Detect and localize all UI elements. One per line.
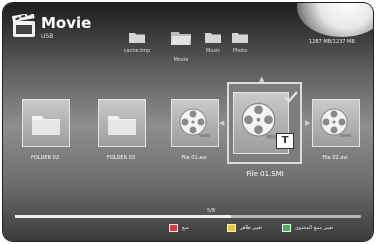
folder-open-icon	[171, 32, 191, 45]
disc-graphic	[297, 3, 373, 37]
tile-thumbnail	[171, 99, 219, 147]
tile-thumbnail	[22, 99, 70, 147]
tile-label-selected: File 01.SMI	[246, 170, 284, 178]
file-tile-folder03[interactable]: FOLDER 03	[98, 99, 148, 161]
film-reel-icon	[179, 108, 210, 137]
breadcrumb-item-music[interactable]: Music	[201, 31, 225, 54]
file-tile-file01-avi[interactable]: File 01.avi	[171, 99, 221, 161]
yellow-button-icon	[227, 224, 236, 232]
tile-label: FOLDER 03	[106, 155, 136, 161]
legend-label-change-source: تغيير منبع المحتوى	[295, 225, 334, 231]
checkmark-icon	[284, 91, 298, 103]
legend-label-block: منع	[182, 225, 189, 231]
breadcrumb-item-movie[interactable]: Movie	[163, 29, 199, 63]
source-label: USB	[41, 33, 54, 40]
tile-thumbnail	[98, 99, 146, 147]
scroll-progress-fill	[15, 215, 232, 218]
breadcrumb-item-cache[interactable]: cache.tmp	[120, 31, 154, 54]
breadcrumb-label: Music	[205, 48, 221, 54]
breadcrumb-label: cache.tmp	[123, 48, 151, 54]
breadcrumb-label: Movie	[173, 57, 189, 63]
movie-clapper-icon	[12, 14, 35, 37]
folder-icon	[108, 116, 136, 135]
breadcrumb-label: Photo	[232, 48, 248, 54]
tile-label: File 01.avi	[181, 155, 207, 161]
film-reel-icon	[320, 108, 351, 137]
legend-label-change-view: تغيير ظاهر	[240, 225, 263, 231]
scroll-left-icon[interactable]: ◀	[219, 119, 224, 127]
tile-label: File 02.avi	[322, 155, 348, 161]
film-reel-icon	[241, 102, 280, 139]
file-tile-file02-avi[interactable]: File 02.avi	[312, 99, 362, 161]
folder-icon	[32, 116, 60, 135]
tile-thumbnail	[312, 99, 360, 147]
folder-icon	[205, 33, 221, 43]
folder-icon	[129, 33, 145, 43]
file-tile-folder02[interactable]: FOLDER 02	[22, 99, 72, 161]
page-indicator: 5/8	[207, 208, 216, 214]
scroll-right-icon[interactable]: ▶	[305, 119, 310, 127]
breadcrumb-item-photo[interactable]: Photo	[228, 31, 252, 54]
movie-browser-screen: Movie USB 1287 MB/1237 MB cache.tmp Movi…	[3, 3, 373, 241]
page-title: Movie	[41, 14, 92, 32]
tile-label: FOLDER 02	[30, 155, 60, 161]
storage-indicator: 1287 MB/1237 MB	[309, 39, 355, 45]
folder-icon	[232, 33, 248, 43]
subtitle-badge: T	[276, 133, 294, 149]
green-button-icon	[282, 224, 291, 232]
red-button-icon	[169, 224, 178, 232]
